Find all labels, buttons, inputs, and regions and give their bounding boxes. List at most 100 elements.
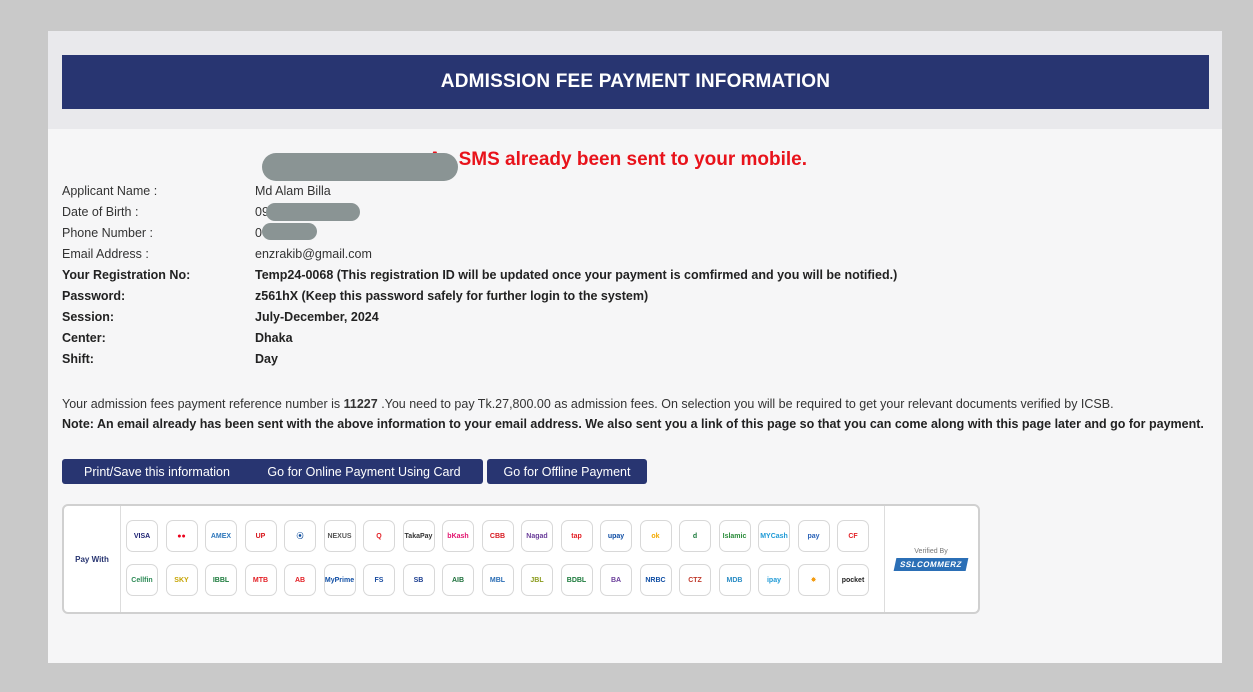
ok-wallet-icon: ok xyxy=(639,520,672,552)
info-label: Date of Birth : xyxy=(62,205,139,219)
mastercard-icon: ●● xyxy=(165,520,198,552)
mastercard-logo-text: ●● xyxy=(177,532,186,540)
info-row: Password: z561hX (Keep this password safe… xyxy=(62,286,648,306)
online-payment-button[interactable]: Go for Online Payment Using Card xyxy=(245,459,483,484)
islami-bank-logo-text: IBBL xyxy=(212,576,230,584)
info-row: Email Address : enzrakib@gmail.com xyxy=(62,244,372,264)
unionpay-icon: UP xyxy=(244,520,277,552)
redaction-phone xyxy=(262,223,317,240)
info-value: Md Alam Billa xyxy=(255,184,331,198)
payment-reference-number: 11227 xyxy=(343,397,378,411)
jamuna-logo-text: JBL xyxy=(530,576,544,584)
takapay-logo-text: TakaPay xyxy=(404,532,433,540)
info-label: Email Address : xyxy=(62,247,149,261)
dmoney-logo-text: d xyxy=(692,532,698,540)
nrbc-icon: NRBC xyxy=(639,564,672,596)
mycash-logo-text: MYCash xyxy=(760,532,788,540)
al-arafah-logo-text: AIB xyxy=(451,576,465,584)
sbl-icon: SB xyxy=(402,564,435,596)
info-value: enzrakib@gmail.com xyxy=(255,247,372,261)
islami-bank-icon: IBBL xyxy=(205,564,237,596)
email-note: Note: An email already has been sent wit… xyxy=(62,417,1204,431)
mercantile-icon: MBL xyxy=(481,564,514,596)
dbbl-nexus-logo-text: NEXUS xyxy=(327,532,352,540)
ab-bank-icon: AB xyxy=(284,564,316,596)
print-save-button[interactable]: Print/Save this information xyxy=(62,459,252,484)
info-label: Phone Number : xyxy=(62,226,154,240)
midland-logo-text: MDB xyxy=(726,576,743,584)
mtb-icon: MTB xyxy=(244,564,277,596)
ipay-icon: ipay xyxy=(758,564,790,596)
tap-icon: tap xyxy=(560,520,593,552)
nagad-logo-text: Nagad xyxy=(526,532,548,540)
al-arafah-icon: AIB xyxy=(442,564,474,596)
info-label: Session: xyxy=(62,310,115,324)
info-label: Applicant Name : xyxy=(62,184,158,198)
takapay-icon: TakaPay xyxy=(402,520,435,552)
fsibl-icon: FS xyxy=(363,564,395,596)
info-value: Day xyxy=(255,352,278,366)
citizens-bank-icon: CTZ xyxy=(679,564,711,596)
info-row: Date of Birth :09 xyxy=(62,202,269,222)
mycash-icon: MYCash xyxy=(758,520,790,552)
upay-logo-text: upay xyxy=(607,532,625,540)
visa-icon: VISA xyxy=(126,520,158,552)
payment-gateway-banner: Pay With VISA ●● AMEX UP ⦿ NEXUS Q TakaPay bKash… xyxy=(62,504,980,614)
pocket-logo-text: pocket xyxy=(841,576,865,584)
ipay-logo-text: ipay xyxy=(766,576,781,584)
dbbl-nexus-icon: NEXUS xyxy=(323,520,356,552)
info-row: Phone Number :0 991 xyxy=(62,223,286,243)
jamuna-icon: JBL xyxy=(521,564,553,596)
info-row: Center: Dhaka xyxy=(62,328,293,348)
info-label: Shift: xyxy=(62,352,94,366)
upay-icon: upay xyxy=(600,520,632,552)
dmoney-icon: d xyxy=(679,520,711,552)
info-row: Shift: Day xyxy=(62,349,278,369)
fsibl-logo-text: FS xyxy=(374,576,384,584)
pay-with-label: Pay With xyxy=(64,506,121,612)
sms-notice: An SMS already been sent to your mobile. xyxy=(428,149,808,170)
mercantile-logo-text: MBL xyxy=(489,576,506,584)
myprime-logo-text: MyPrime xyxy=(324,576,355,584)
nagad-icon: Nagad xyxy=(521,520,553,552)
info-label: Your Registration No: xyxy=(62,268,191,282)
midland-icon: MDB xyxy=(718,564,751,596)
bank-asia-icon: BA xyxy=(600,564,632,596)
qcash-logo-text: Q xyxy=(376,532,382,540)
redaction-sms xyxy=(262,153,458,181)
verified-by-badge: Verified By SSLCOMMERZ xyxy=(884,506,977,612)
info-value: z561hX (Keep this password safely for fu… xyxy=(255,289,649,303)
ab-bank-logo-text: AB xyxy=(294,576,306,584)
info-row: Applicant Name : Md Alam Billa xyxy=(62,181,331,201)
diners-logo-text: ⦿ xyxy=(296,532,304,540)
cellfin-logo-text: Cellfin xyxy=(131,576,153,584)
ok-wallet-logo-text: ok xyxy=(651,532,660,540)
city-bank-icon: CBB xyxy=(481,520,514,552)
offline-payment-button[interactable]: Go for Offline Payment xyxy=(487,459,647,484)
payment-info-sheet: ADMISSION FEE PAYMENT INFORMATION An SMS… xyxy=(48,31,1222,663)
info-value: Temp24-0068 (This registration ID will b… xyxy=(255,268,898,282)
bkash-icon: bKash xyxy=(442,520,474,552)
meghna-pay-logo-text: pay xyxy=(807,532,820,540)
myprime-icon: MyPrime xyxy=(323,564,356,596)
info-row: Session: July-December, 2024 xyxy=(62,307,379,327)
visa-logo-text: VISA xyxy=(133,532,151,540)
verified-by-label: Verified By xyxy=(914,547,948,555)
city-bank-logo-text: CBB xyxy=(489,532,506,540)
bdbl-icon: BDBL xyxy=(560,564,593,596)
sslcommerz-logo: SSLCOMMERZ xyxy=(893,557,969,571)
diners-icon: ⦿ xyxy=(284,520,316,552)
pocket-icon: pocket xyxy=(837,564,869,596)
citizens-bank-logo-text: CTZ xyxy=(688,576,702,584)
qcash-icon: Q xyxy=(363,520,395,552)
dreamers-icon: ✸ xyxy=(797,564,830,596)
amex-icon: AMEX xyxy=(205,520,237,552)
page-title: ADMISSION FEE PAYMENT INFORMATION xyxy=(62,55,1209,109)
ebl-sky-icon: SKY xyxy=(165,564,198,596)
dreamers-logo-text: ✸ xyxy=(810,576,817,584)
redaction-dob xyxy=(266,203,360,221)
bdbl-logo-text: BDBL xyxy=(566,576,587,584)
nrbc-logo-text: NRBC xyxy=(645,576,666,584)
sbl-logo-text: SB xyxy=(413,576,424,584)
info-row: Your Registration No: Temp24-0068 (This r… xyxy=(62,265,897,285)
